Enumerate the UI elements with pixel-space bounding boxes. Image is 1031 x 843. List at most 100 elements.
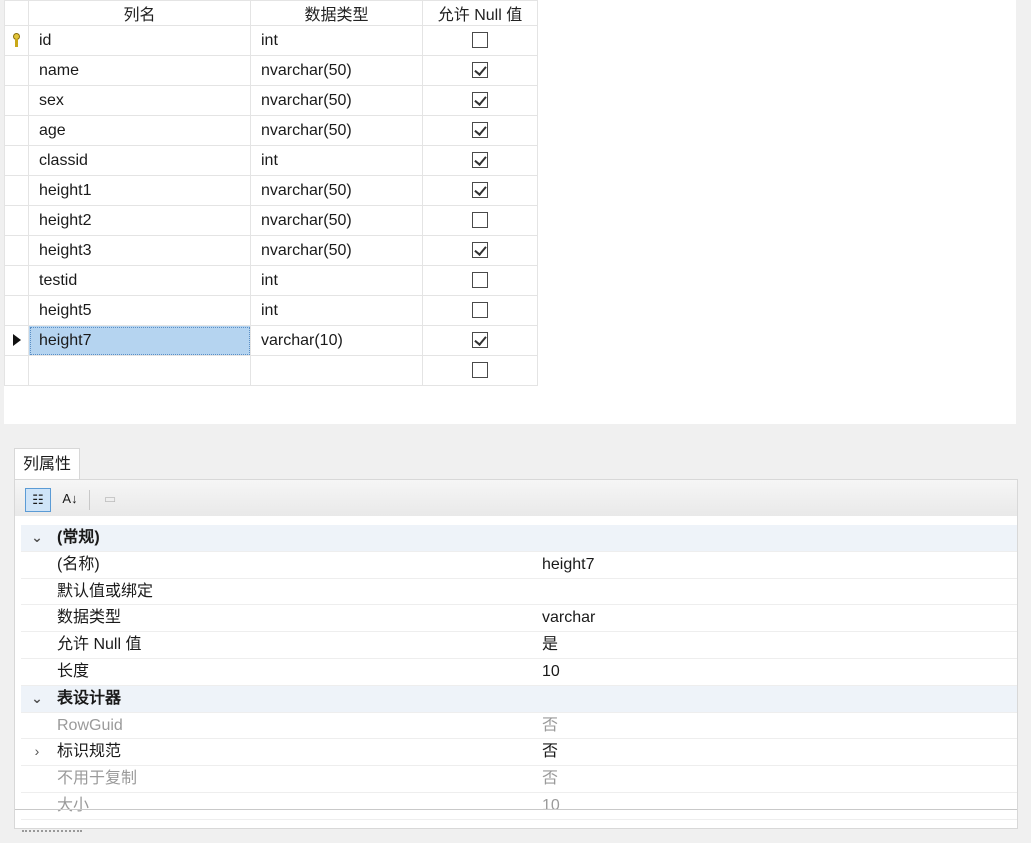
- row-selector[interactable]: [4, 115, 29, 146]
- column-row[interactable]: height5 int: [4, 295, 538, 326]
- column-row[interactable]: height1 nvarchar(50): [4, 175, 538, 206]
- property-value[interactable]: 否: [542, 713, 558, 739]
- row-selector[interactable]: [4, 265, 29, 296]
- column-name-cell[interactable]: classid: [28, 145, 251, 176]
- property-row[interactable]: 长度 10: [21, 659, 1017, 686]
- property-value[interactable]: height7: [542, 552, 595, 578]
- property-row[interactable]: (名称) height7: [21, 552, 1017, 579]
- category-label: 表设计器: [57, 689, 122, 707]
- property-row[interactable]: 允许 Null 值 是: [21, 632, 1017, 659]
- category-table-designer[interactable]: ⌄ 表设计器: [21, 685, 1017, 713]
- column-name-cell[interactable]: testid: [28, 265, 251, 296]
- category-label: (常规): [57, 529, 100, 546]
- row-selector[interactable]: [4, 355, 29, 386]
- property-value[interactable]: 否: [542, 766, 558, 792]
- column-row[interactable]: classid int: [4, 145, 538, 176]
- row-selector[interactable]: [4, 145, 29, 176]
- column-row[interactable]: id int: [4, 25, 538, 56]
- column-name-cell[interactable]: [28, 355, 251, 386]
- property-value[interactable]: varchar: [542, 605, 595, 631]
- allow-null-checkbox[interactable]: [472, 332, 488, 349]
- data-type-cell[interactable]: varchar(10): [250, 325, 423, 356]
- column-name-cell[interactable]: age: [28, 115, 251, 146]
- column-row[interactable]: height7 varchar(10): [4, 325, 538, 356]
- category-general[interactable]: ⌄ (常规): [21, 525, 1017, 552]
- column-row[interactable]: age nvarchar(50): [4, 115, 538, 146]
- column-row[interactable]: [4, 355, 538, 386]
- property-pages-icon: ▭: [103, 491, 117, 506]
- columns-table: 列名 数据类型 允许 Null 值 id int name nvarchar(50) s…: [4, 0, 538, 386]
- property-row[interactable]: › 标识规范 否: [21, 739, 1017, 767]
- data-type-cell[interactable]: [250, 355, 423, 386]
- data-type-header[interactable]: 数据类型: [250, 0, 423, 26]
- data-type-cell[interactable]: nvarchar(50): [250, 115, 423, 146]
- column-row[interactable]: name nvarchar(50): [4, 55, 538, 86]
- allow-null-checkbox[interactable]: [472, 182, 488, 199]
- property-pages-button[interactable]: ▭: [97, 488, 123, 512]
- row-selector[interactable]: [4, 235, 29, 266]
- allow-null-header[interactable]: 允许 Null 值: [422, 0, 538, 26]
- current-row-arrow-icon: [12, 334, 21, 347]
- allow-null-cell: [422, 355, 538, 386]
- collapse-chevron-icon[interactable]: ⌄: [27, 686, 47, 712]
- allow-null-cell: [422, 175, 538, 206]
- expand-chevron-icon[interactable]: ›: [27, 739, 47, 765]
- row-selector[interactable]: [4, 175, 29, 206]
- column-name-cell[interactable]: sex: [28, 85, 251, 116]
- column-name-cell[interactable]: id: [28, 25, 251, 56]
- toolbar-separator: [89, 490, 90, 510]
- splitter-bar[interactable]: [0, 424, 1031, 432]
- data-type-cell[interactable]: nvarchar(50): [250, 85, 423, 116]
- allow-null-checkbox[interactable]: [472, 62, 488, 79]
- column-properties-pane: 列属性 ☷ A↓ ▭ ⌄ (常规) (名称) height7 默认值或绑定 数据类型 var…: [0, 432, 1031, 843]
- data-type-cell[interactable]: int: [250, 145, 423, 176]
- collapse-chevron-icon[interactable]: ⌄: [27, 525, 47, 551]
- row-selector[interactable]: [4, 205, 29, 236]
- property-row[interactable]: 默认值或绑定: [21, 579, 1017, 606]
- allow-null-checkbox[interactable]: [472, 212, 488, 229]
- data-type-cell[interactable]: int: [250, 265, 423, 296]
- tab-column-properties[interactable]: 列属性: [14, 448, 80, 480]
- column-name-header[interactable]: 列名: [28, 0, 251, 26]
- data-type-cell[interactable]: int: [250, 295, 423, 326]
- row-selector[interactable]: [4, 85, 29, 116]
- allow-null-checkbox[interactable]: [472, 242, 488, 259]
- data-type-cell[interactable]: nvarchar(50): [250, 175, 423, 206]
- grid-right-edge: [1016, 0, 1031, 432]
- column-row[interactable]: sex nvarchar(50): [4, 85, 538, 116]
- property-row[interactable]: 不用于复制 否: [21, 766, 1017, 793]
- column-name-cell[interactable]: height7: [28, 325, 251, 356]
- allow-null-checkbox[interactable]: [472, 92, 488, 109]
- column-row[interactable]: height3 nvarchar(50): [4, 235, 538, 266]
- column-name-cell[interactable]: height2: [28, 205, 251, 236]
- property-value[interactable]: 是: [542, 632, 558, 658]
- allow-null-checkbox[interactable]: [472, 122, 488, 139]
- allow-null-checkbox[interactable]: [472, 152, 488, 169]
- data-type-cell[interactable]: nvarchar(50): [250, 55, 423, 86]
- row-selector[interactable]: [4, 25, 29, 56]
- row-selector[interactable]: [4, 325, 29, 356]
- property-value[interactable]: 10: [542, 793, 560, 819]
- column-name-cell[interactable]: height3: [28, 235, 251, 266]
- data-type-cell[interactable]: int: [250, 25, 423, 56]
- column-name-cell[interactable]: height1: [28, 175, 251, 206]
- property-value[interactable]: 否: [542, 739, 558, 765]
- column-name-cell[interactable]: height5: [28, 295, 251, 326]
- allow-null-checkbox[interactable]: [472, 302, 488, 319]
- row-selector[interactable]: [4, 55, 29, 86]
- column-row[interactable]: testid int: [4, 265, 538, 296]
- allow-null-checkbox[interactable]: [472, 32, 488, 49]
- data-type-cell[interactable]: nvarchar(50): [250, 235, 423, 266]
- categorized-view-button[interactable]: ☷: [25, 488, 51, 512]
- alphabetical-sort-button[interactable]: A↓: [57, 488, 83, 512]
- property-row[interactable]: 数据类型 varchar: [21, 605, 1017, 633]
- property-row[interactable]: RowGuid 否: [21, 713, 1017, 740]
- row-selector[interactable]: [4, 295, 29, 326]
- column-name-cell[interactable]: name: [28, 55, 251, 86]
- allow-null-checkbox[interactable]: [472, 272, 488, 289]
- data-type-cell[interactable]: nvarchar(50): [250, 205, 423, 236]
- property-row[interactable]: 大小 10: [21, 793, 1017, 820]
- column-row[interactable]: height2 nvarchar(50): [4, 205, 538, 236]
- property-value[interactable]: 10: [542, 659, 560, 685]
- allow-null-checkbox[interactable]: [472, 362, 488, 379]
